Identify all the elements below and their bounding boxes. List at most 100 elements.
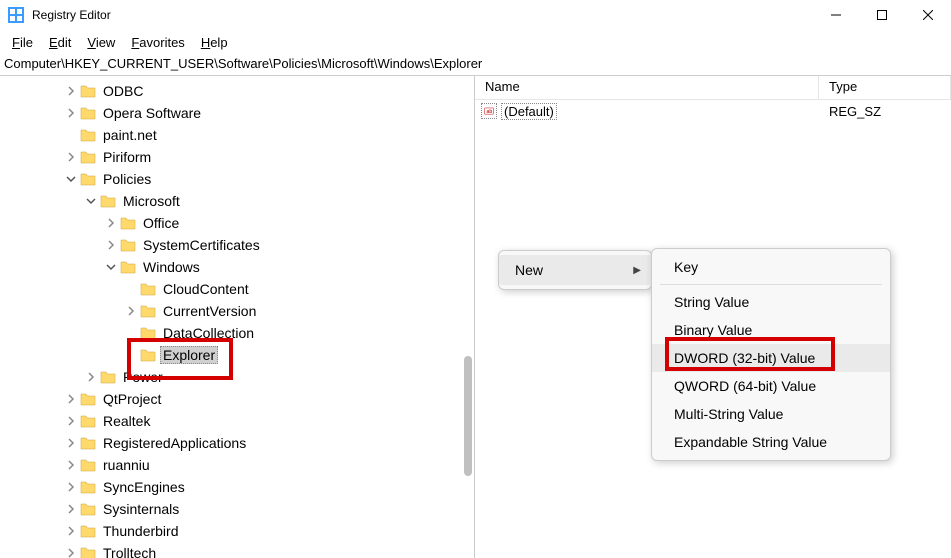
context-new[interactable]: New ▶	[499, 255, 651, 285]
tree-label: Sysinternals	[100, 500, 182, 518]
column-type[interactable]: Type	[819, 76, 951, 99]
chevron-right-icon[interactable]	[124, 304, 138, 318]
tree-item[interactable]: Piriform	[4, 146, 474, 168]
chevron-down-icon[interactable]	[64, 172, 78, 186]
tree-item[interactable]: ruanniu	[4, 454, 474, 476]
scrollbar-thumb[interactable]	[464, 356, 472, 476]
tree-item[interactable]: Realtek	[4, 410, 474, 432]
chevron-right-icon[interactable]	[64, 502, 78, 516]
tree-label: Policies	[100, 170, 154, 188]
tree-item[interactable]: Opera Software	[4, 102, 474, 124]
folder-icon	[140, 304, 156, 318]
tree-item[interactable]: CurrentVersion	[4, 300, 474, 322]
tree-item[interactable]: SystemCertificates	[4, 234, 474, 256]
chevron-right-icon: ▶	[633, 265, 641, 276]
folder-icon	[80, 172, 96, 186]
tree-item[interactable]: Sysinternals	[4, 498, 474, 520]
folder-icon	[80, 480, 96, 494]
folder-icon	[140, 326, 156, 340]
regedit-icon	[8, 7, 24, 23]
tree-label: Piriform	[100, 148, 154, 166]
tree-item[interactable]: ›paint.net	[4, 124, 474, 146]
chevron-right-icon[interactable]	[84, 370, 98, 384]
tree-label: RegisteredApplications	[100, 434, 249, 452]
tree-item[interactable]: ›CloudContent	[4, 278, 474, 300]
tree-item[interactable]: Thunderbird	[4, 520, 474, 542]
tree-item[interactable]: Trolltech	[4, 542, 474, 558]
context-key[interactable]: Key	[652, 253, 890, 281]
menu-edit[interactable]: Edit	[41, 33, 79, 52]
chevron-right-icon[interactable]	[104, 238, 118, 252]
tree-label: Thunderbird	[100, 522, 182, 540]
chevron-right-icon[interactable]	[64, 480, 78, 494]
chevron-right-icon[interactable]	[64, 392, 78, 406]
chevron-right-icon[interactable]	[64, 524, 78, 538]
context-expandstring-value[interactable]: Expandable String Value	[652, 428, 890, 456]
window-title: Registry Editor	[32, 8, 813, 22]
tree-item[interactable]: Policies	[4, 168, 474, 190]
tree-label: Trolltech	[100, 544, 159, 558]
tree-label: CurrentVersion	[160, 302, 259, 320]
column-name[interactable]: Name	[475, 76, 819, 99]
chevron-right-icon[interactable]	[64, 414, 78, 428]
menu-file[interactable]: File	[4, 33, 41, 52]
tree-item[interactable]: Power	[4, 366, 474, 388]
folder-icon	[140, 282, 156, 296]
chevron-right-icon[interactable]	[104, 216, 118, 230]
context-multistring-value[interactable]: Multi-String Value	[652, 400, 890, 428]
address-bar[interactable]: Computer\HKEY_CURRENT_USER\Software\Poli…	[0, 54, 951, 76]
tree-item[interactable]: ODBC	[4, 80, 474, 102]
chevron-right-icon[interactable]	[64, 84, 78, 98]
folder-icon	[80, 458, 96, 472]
menu-favorites[interactable]: Favorites	[123, 33, 192, 52]
folder-icon	[120, 238, 136, 252]
folder-icon	[80, 524, 96, 538]
chevron-right-icon[interactable]	[64, 546, 78, 558]
chevron-down-icon[interactable]	[104, 260, 118, 274]
menu-help[interactable]: Help	[193, 33, 236, 52]
tree-item[interactable]: SyncEngines	[4, 476, 474, 498]
maximize-button[interactable]	[859, 0, 905, 30]
folder-icon	[80, 128, 96, 142]
chevron-right-icon[interactable]	[64, 436, 78, 450]
tree-label: Explorer	[160, 346, 218, 364]
context-qword-value[interactable]: QWORD (64-bit) Value	[652, 372, 890, 400]
tree-item[interactable]: Windows	[4, 256, 474, 278]
tree-item[interactable]: Microsoft	[4, 190, 474, 212]
tree-label: CloudContent	[160, 280, 252, 298]
minimize-button[interactable]	[813, 0, 859, 30]
tree-label: paint.net	[100, 126, 160, 144]
folder-icon	[80, 502, 96, 516]
folder-icon	[100, 370, 116, 384]
tree-item[interactable]: ›DataCollection	[4, 322, 474, 344]
tree-pane[interactable]: ODBCOpera Software›paint.net Piriform Poli…	[0, 76, 475, 558]
tree-item[interactable]: Office	[4, 212, 474, 234]
context-submenu: Key String Value Binary Value DWORD (32-…	[651, 248, 891, 461]
folder-icon	[80, 546, 96, 558]
tree-item[interactable]: QtProject	[4, 388, 474, 410]
titlebar: Registry Editor	[0, 0, 951, 30]
list-header: Name Type	[475, 76, 951, 100]
chevron-down-icon[interactable]	[84, 194, 98, 208]
tree-label: SyncEngines	[100, 478, 188, 496]
context-dword-value[interactable]: DWORD (32-bit) Value	[652, 344, 890, 372]
tree-label: Office	[140, 214, 182, 232]
context-string-value[interactable]: String Value	[652, 288, 890, 316]
chevron-right-icon[interactable]	[64, 150, 78, 164]
menu-view[interactable]: View	[79, 33, 123, 52]
chevron-right-icon[interactable]	[64, 106, 78, 120]
close-button[interactable]	[905, 0, 951, 30]
tree-label: Realtek	[100, 412, 153, 430]
svg-text:ab: ab	[487, 109, 493, 115]
tree-item[interactable]: RegisteredApplications	[4, 432, 474, 454]
reg-string-icon: ab	[481, 103, 497, 119]
tree-label: ruanniu	[100, 456, 153, 474]
context-binary-value[interactable]: Binary Value	[652, 316, 890, 344]
list-row[interactable]: ab (Default) REG_SZ	[475, 100, 951, 122]
tree-label: QtProject	[100, 390, 164, 408]
chevron-right-icon[interactable]	[64, 458, 78, 472]
menubar: File Edit View Favorites Help	[0, 30, 951, 54]
folder-icon	[80, 84, 96, 98]
tree-item[interactable]: ›Explorer	[4, 344, 474, 366]
tree-label: DataCollection	[160, 324, 257, 342]
